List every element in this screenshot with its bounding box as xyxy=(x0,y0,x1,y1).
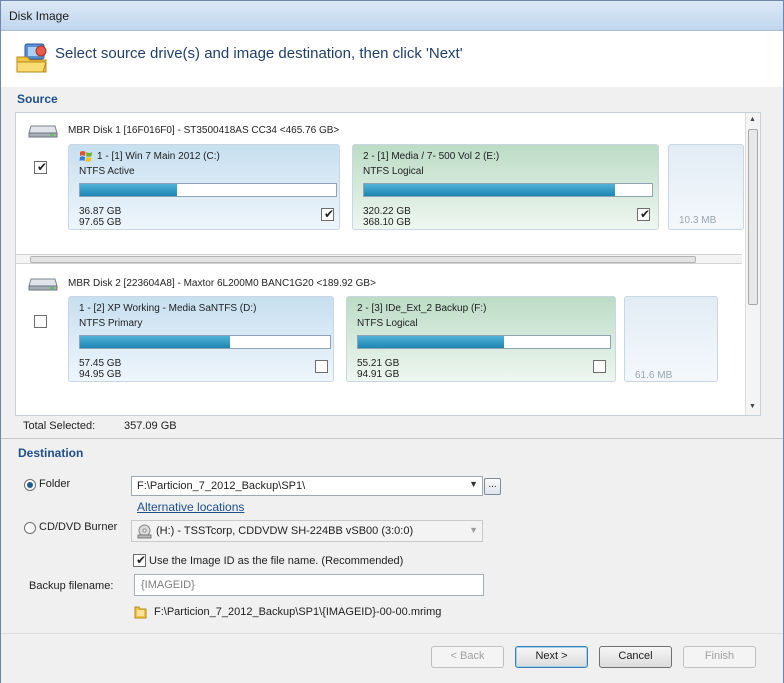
next-button[interactable]: Next > xyxy=(515,646,588,668)
disk-row: MBR Disk 2 [223604A8] - Maxtor 6L200M0 B… xyxy=(16,266,746,414)
check-mark-icon: ✔ xyxy=(37,160,48,174)
partition-name: 2 - [3] IDe_Ext_2 Backup (F:) xyxy=(357,303,487,314)
total-selected-label: Total Selected: xyxy=(23,420,96,432)
unallocated-size: 61.6 MB xyxy=(635,370,673,381)
partition-type: NTFS Active xyxy=(79,166,135,177)
total-selected-value: 357.09 GB xyxy=(124,420,177,432)
partition-name: 1 - [2] XP Working - Media SaNTFS (D:) xyxy=(79,303,257,314)
partition-total: 94.95 GB xyxy=(79,369,122,380)
check-mark-icon: ✔ xyxy=(640,207,651,221)
burner-combobox[interactable]: (H:) - TSSTcorp, CDDVDW SH-224BB vSB00 (… xyxy=(131,520,483,542)
disk-checkbox[interactable] xyxy=(34,315,47,328)
disk-checkbox[interactable]: ✔ xyxy=(34,160,48,174)
partition-total: 94.91 GB xyxy=(357,369,400,380)
usage-bar xyxy=(363,183,653,197)
cd-dvd-burner-radio[interactable] xyxy=(24,522,36,534)
scroll-thumb[interactable] xyxy=(30,256,696,263)
partition-type: NTFS Primary xyxy=(79,318,143,329)
partition-total: 368.10 GB xyxy=(363,217,411,228)
partition-used: 55.21 GB xyxy=(357,358,400,369)
partition-name: 1 - [1] Win 7 Main 2012 (C:) xyxy=(97,151,220,162)
partition-card[interactable]: 2 - [1] Media / 7- 500 Vol 2 (E:) NTFS L… xyxy=(352,144,659,230)
usage-bar xyxy=(357,335,611,349)
partition-type: NTFS Logical xyxy=(357,318,418,329)
partition-checkbox[interactable] xyxy=(593,360,606,373)
destination-section-label: Destination xyxy=(18,446,84,460)
usage-bar-fill xyxy=(358,336,505,348)
backup-filename-value: {IMAGEID} xyxy=(141,579,195,591)
partition-checkbox[interactable]: ✔ xyxy=(321,207,335,221)
partition-checkbox[interactable]: ✔ xyxy=(637,207,651,221)
alternative-locations-link[interactable]: Alternative locations xyxy=(137,500,244,514)
finish-button[interactable]: Finish xyxy=(683,646,756,668)
hard-drive-icon xyxy=(28,125,58,138)
hard-drive-icon xyxy=(28,278,58,291)
partition-total: 97.65 GB xyxy=(79,217,122,228)
burner-value: (H:) - TSSTcorp, CDDVDW SH-224BB vSB00 (… xyxy=(156,525,414,537)
disk-row: MBR Disk 1 [16F016F0] - ST3500418AS CC34… xyxy=(16,113,746,254)
cd-dvd-burner-label: CD/DVD Burner xyxy=(39,521,118,533)
unallocated-space: 61.6 MB xyxy=(624,296,718,382)
windows-logo-icon xyxy=(79,151,92,162)
partition-card[interactable]: 2 - [3] IDe_Ext_2 Backup (F:) NTFS Logic… xyxy=(346,296,616,382)
check-mark-icon: ✔ xyxy=(136,553,147,567)
usage-bar-fill xyxy=(364,184,615,196)
use-image-id-checkbox[interactable]: ✔ xyxy=(133,553,147,567)
scroll-thumb[interactable] xyxy=(748,129,758,305)
partition-used: 57.45 GB xyxy=(79,358,122,369)
partition-type: NTFS Logical xyxy=(363,166,424,177)
folder-label: Folder xyxy=(39,478,71,490)
usage-bar-fill xyxy=(80,336,230,348)
wizard-footer: < Back Next > Cancel Finish xyxy=(1,633,783,683)
folder-icon xyxy=(134,606,147,619)
title-bar[interactable]: Disk Image xyxy=(1,1,783,31)
unallocated-size: 10.3 MB xyxy=(679,215,717,226)
partition-name: 2 - [1] Media / 7- 500 Vol 2 (E:) xyxy=(363,151,500,162)
partition-used: 36.87 GB xyxy=(79,206,122,217)
check-mark-icon: ✔ xyxy=(324,207,335,221)
partition-checkbox[interactable] xyxy=(315,360,328,373)
disk-title: MBR Disk 1 [16F016F0] - ST3500418AS CC34… xyxy=(68,125,340,136)
backup-filename-input[interactable]: {IMAGEID} xyxy=(134,574,484,596)
cancel-button[interactable]: Cancel xyxy=(599,646,672,668)
browse-button[interactable]: ... xyxy=(484,478,501,495)
wizard-header: Select source drive(s) and image destina… xyxy=(1,31,783,87)
back-button[interactable]: < Back xyxy=(431,646,504,668)
radio-selected-dot xyxy=(27,482,33,488)
usage-bar xyxy=(79,335,331,349)
vertical-scrollbar[interactable]: ▲ ▼ xyxy=(745,113,760,415)
section-divider xyxy=(1,438,783,439)
dropdown-arrow-icon[interactable]: ▼ xyxy=(469,479,478,489)
source-panel: MBR Disk 1 [16F016F0] - ST3500418AS CC34… xyxy=(15,112,761,416)
folder-path-value: F:\Particion_7_2012_Backup\SP1\ xyxy=(137,480,306,492)
cd-drive-icon xyxy=(137,524,152,539)
usage-bar-fill xyxy=(80,184,178,196)
source-section-label: Source xyxy=(17,92,58,106)
window-title: Disk Image xyxy=(9,9,70,23)
partition-used: 320.22 GB xyxy=(363,206,411,217)
dropdown-arrow-icon[interactable]: ▼ xyxy=(469,525,478,535)
partition-card[interactable]: 1 - [1] Win 7 Main 2012 (C:) NTFS Active… xyxy=(68,144,340,230)
disk-image-window: Disk Image Select source drive(s) and im… xyxy=(0,0,784,683)
scroll-down-arrow-icon[interactable]: ▼ xyxy=(749,403,756,410)
folder-path-combobox[interactable]: F:\Particion_7_2012_Backup\SP1\ ▼ xyxy=(131,476,483,496)
full-image-path: F:\Particion_7_2012_Backup\SP1\{IMAGEID}… xyxy=(154,606,442,618)
unallocated-space: 10.3 MB xyxy=(668,144,744,230)
partition-card[interactable]: 1 - [2] XP Working - Media SaNTFS (D:) N… xyxy=(68,296,334,382)
use-image-id-label: Use the Image ID as the file name. (Reco… xyxy=(149,555,404,567)
folder-radio[interactable] xyxy=(24,479,36,491)
scroll-up-arrow-icon[interactable]: ▲ xyxy=(749,116,756,123)
disk-image-icon xyxy=(16,43,47,73)
usage-bar xyxy=(79,183,337,197)
horizontal-scrollbar[interactable] xyxy=(16,254,742,264)
disk-title: MBR Disk 2 [223604A8] - Maxtor 6L200M0 B… xyxy=(68,278,376,289)
backup-filename-label: Backup filename: xyxy=(29,580,114,592)
header-instructions: Select source drive(s) and image destina… xyxy=(55,45,463,62)
